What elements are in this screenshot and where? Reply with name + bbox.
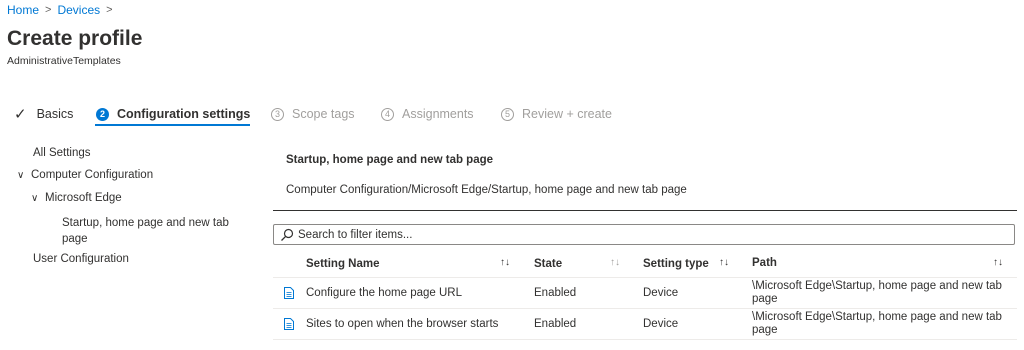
table-row[interactable]: Configure the home page URL Enabled Devi…	[273, 278, 1017, 309]
step-number: 3	[271, 107, 284, 121]
section-title: Startup, home page and new tab page	[286, 154, 494, 166]
tree-item-microsoft-edge[interactable]: ∨ Microsoft Edge	[31, 192, 122, 204]
step-review-create[interactable]: 5 Review + create	[501, 102, 612, 126]
step-basics[interactable]: ✓ Basics	[14, 102, 73, 126]
cell-setting-name[interactable]: Configure the home page URL	[306, 278, 462, 308]
page-subtitle: AdministrativeTemplates	[7, 55, 121, 67]
document-icon	[284, 318, 294, 330]
settings-table: Setting Name ↑↓ State ↑↓ Setting type ↑↓…	[273, 250, 1017, 340]
chevron-down-icon[interactable]: ∨	[17, 170, 31, 181]
chevron-down-icon[interactable]: ∨	[31, 193, 45, 204]
breadcrumb-devices-link[interactable]: Devices	[57, 3, 100, 17]
checkmark-icon: ✓	[14, 106, 27, 123]
tree-item-label-continued: page	[62, 233, 88, 245]
cell-setting-type: Device	[643, 318, 679, 330]
breadcrumb-home-link[interactable]: Home	[7, 3, 39, 17]
table-row[interactable]: Sites to open when the browser starts En…	[273, 309, 1017, 340]
sort-icon[interactable]: ↑↓	[993, 257, 1003, 268]
step-configuration-settings[interactable]: 2 Configuration settings	[96, 102, 250, 126]
step-label: Assignments	[402, 107, 474, 121]
column-header-state[interactable]: State	[534, 250, 562, 277]
search-input[interactable]	[298, 228, 998, 241]
cell-setting-type: Device	[643, 287, 679, 299]
tree-item-label: Computer Configuration	[31, 169, 154, 181]
cell-state: Enabled	[534, 318, 577, 330]
sort-icon[interactable]: ↑↓	[610, 257, 620, 268]
active-step-indicator	[95, 124, 250, 126]
step-label: Basics	[36, 107, 74, 121]
document-icon	[284, 287, 294, 299]
step-number: 4	[381, 107, 394, 121]
cell-setting-name[interactable]: Sites to open when the browser starts	[306, 309, 498, 339]
step-number: 2	[96, 107, 109, 121]
step-assignments[interactable]: 4 Assignments	[381, 102, 474, 126]
step-label: Scope tags	[292, 107, 355, 121]
column-header-setting-name[interactable]: Setting Name	[306, 250, 380, 277]
step-label: Configuration settings	[117, 107, 251, 121]
cell-path: \Microsoft Edge\Startup, home page and n…	[752, 280, 1002, 305]
tree-item-user-configuration[interactable]: User Configuration	[33, 253, 129, 265]
sort-icon[interactable]: ↑↓	[719, 257, 729, 268]
filter-box	[273, 224, 1015, 245]
cell-state: Enabled	[534, 287, 577, 299]
step-number: 5	[501, 107, 514, 121]
search-icon	[281, 228, 294, 241]
tree-item-all-settings[interactable]: All Settings	[33, 147, 91, 159]
page-title: Create profile	[7, 27, 143, 50]
step-label: Review + create	[522, 107, 612, 121]
step-scope-tags[interactable]: 3 Scope tags	[271, 102, 355, 126]
tree-item-computer-configuration[interactable]: ∨ Computer Configuration	[17, 169, 153, 181]
breadcrumb: Home > Devices >	[7, 3, 119, 17]
table-header-row: Setting Name ↑↓ State ↑↓ Setting type ↑↓…	[273, 250, 1017, 278]
tree-item-startup-home-page[interactable]: Startup, home page and new tab page	[62, 215, 229, 247]
column-header-setting-type[interactable]: Setting type	[643, 250, 709, 277]
tree-item-label: Startup, home page and new tab	[62, 217, 229, 229]
cell-path: \Microsoft Edge\Startup, home page and n…	[752, 311, 1002, 336]
section-path: Computer Configuration/Microsoft Edge/St…	[286, 184, 687, 196]
column-header-path[interactable]: Path	[752, 250, 1014, 277]
breadcrumb-separator: >	[45, 4, 52, 16]
breadcrumb-separator: >	[106, 4, 113, 16]
sort-icon[interactable]: ↑↓	[500, 257, 510, 268]
section-divider	[273, 210, 1017, 211]
tree-item-label: Microsoft Edge	[45, 192, 122, 204]
